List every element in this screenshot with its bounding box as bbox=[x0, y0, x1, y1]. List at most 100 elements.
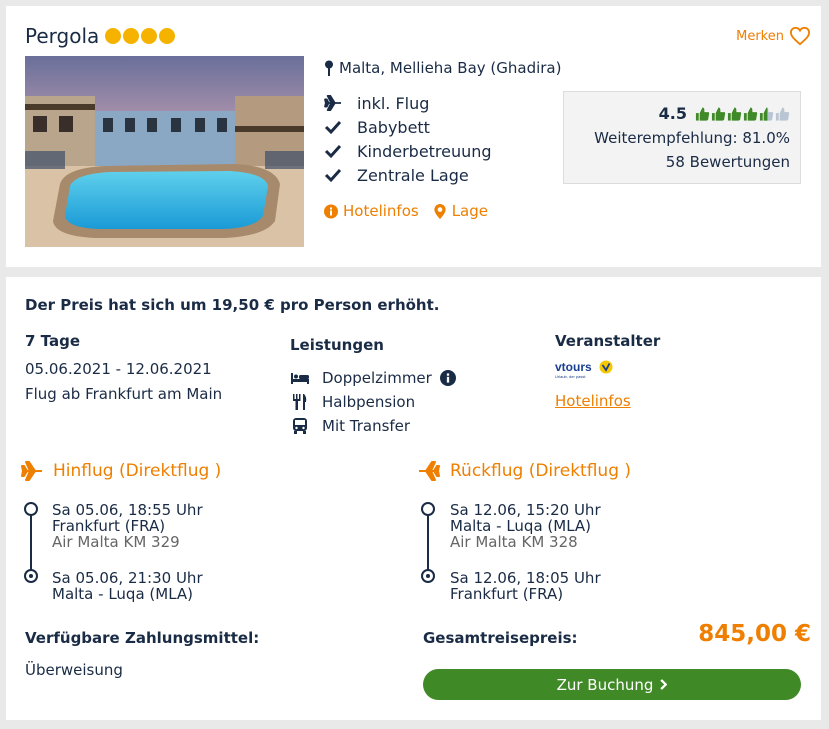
merken-label: Merken bbox=[736, 28, 784, 44]
price-change-note: Der Preis hat sich um 19,50 € pro Person… bbox=[25, 296, 440, 314]
feature-item: Zentrale Lage bbox=[324, 163, 492, 187]
lage-label[interactable]: Lage bbox=[452, 202, 488, 220]
veranstalter-heading: Veranstalter bbox=[555, 332, 661, 350]
timeline-start-dot bbox=[421, 502, 435, 516]
leistungen-heading: Leistungen bbox=[290, 336, 384, 354]
feature-item: Babybett bbox=[324, 115, 492, 139]
plane-icon bbox=[324, 95, 341, 111]
leistung-label: Doppelzimmer bbox=[322, 369, 432, 387]
info-icon[interactable] bbox=[438, 370, 458, 386]
vtours-logo: vtours Urlaub, der passt bbox=[555, 360, 617, 384]
feature-item: Kinderbetreuung bbox=[324, 139, 492, 163]
rating-score: 4.5 bbox=[658, 104, 687, 123]
hotel-name[interactable]: Pergola bbox=[25, 24, 99, 48]
thumbs-up-icon bbox=[727, 107, 742, 121]
timeline-end-dot bbox=[421, 569, 435, 583]
booking-button[interactable]: Zur Buchung bbox=[423, 669, 801, 700]
check-icon bbox=[324, 168, 342, 183]
dep-airport: Frankfurt (FRA) bbox=[52, 517, 166, 535]
outbound-flight-heading: Hinflug (Direktflug ) bbox=[21, 461, 221, 481]
thumbs-up-empty-icon bbox=[775, 107, 790, 121]
payment-method: Überweisung bbox=[25, 661, 123, 679]
return-flight-heading: Rückflug (Direktflug ) bbox=[418, 461, 631, 481]
arr-time: Sa 12.06, 18:05 Uhr bbox=[450, 569, 601, 587]
check-icon bbox=[324, 144, 342, 159]
return-timeline bbox=[421, 502, 435, 583]
hotel-features: inkl. Flug Babybett Kinderbetreuung Zent… bbox=[324, 91, 492, 187]
thumbs-up-icon bbox=[695, 107, 710, 121]
rating-box: 4.5 Weiterempfehlung: 81.0% 58 Bewertung… bbox=[563, 91, 801, 184]
map-marker-icon bbox=[434, 203, 446, 219]
outbound-arrival: Sa 05.06, 21:30 Uhr Malta - Luqa (MLA) bbox=[52, 570, 203, 602]
dep-airport: Malta - Luqa (MLA) bbox=[450, 517, 592, 535]
star-icon bbox=[159, 28, 176, 44]
svg-text:vtours: vtours bbox=[555, 360, 592, 374]
star-icon bbox=[141, 28, 158, 44]
hotelinfos-link[interactable]: Hotelinfos bbox=[324, 202, 419, 220]
leistungen-list: Doppelzimmer Halbpension Mit Transfer bbox=[290, 366, 458, 438]
merken-button[interactable]: Merken bbox=[736, 26, 811, 46]
chevron-right-icon bbox=[660, 679, 668, 690]
trip-duration: 7 Tage bbox=[25, 332, 80, 350]
hotel-card: Pergola Merken Malta, Mellieha Bay (Ghad… bbox=[6, 6, 821, 267]
departure-airport: Flug ab Frankfurt am Main bbox=[25, 385, 223, 403]
location-text: Malta, Mellieha Bay (Ghadira) bbox=[339, 59, 562, 77]
star-rating bbox=[105, 28, 176, 44]
veranstalter-hotelinfos-link[interactable]: Hotelinfos bbox=[555, 392, 631, 410]
outbound-title: Hinflug (Direktflug ) bbox=[53, 461, 222, 481]
hotel-location: Malta, Mellieha Bay (Ghadira) bbox=[324, 59, 561, 77]
trip-dates: 05.06.2021 - 12.06.2021 bbox=[25, 360, 212, 378]
thumbs-up-half-icon bbox=[759, 107, 774, 121]
leistung-label: Halbpension bbox=[322, 393, 416, 411]
hotel-photo[interactable] bbox=[25, 56, 304, 247]
thumbs-rating bbox=[695, 106, 790, 122]
reviews-count[interactable]: 58 Bewertungen bbox=[564, 150, 790, 174]
total-price: 845,00 € bbox=[698, 621, 811, 647]
timeline-end-dot bbox=[24, 569, 38, 583]
outbound-timeline bbox=[24, 502, 38, 583]
svg-text:Urlaub, der passt: Urlaub, der passt bbox=[555, 374, 586, 379]
dep-time: Sa 05.06, 18:55 Uhr bbox=[52, 501, 203, 519]
payment-heading: Verfügbare Zahlungsmittel: bbox=[25, 629, 260, 647]
lage-link[interactable]: Lage bbox=[433, 202, 488, 220]
hotel-title[interactable]: Pergola bbox=[25, 24, 176, 48]
feature-label: Babybett bbox=[357, 117, 430, 137]
return-title: Rückflug (Direktflug ) bbox=[450, 461, 632, 481]
map-pin-icon bbox=[325, 60, 333, 76]
carrier: Air Malta KM 328 bbox=[450, 533, 578, 551]
plane-icon bbox=[21, 461, 42, 481]
timeline-start-dot bbox=[24, 502, 38, 516]
feature-flight: inkl. Flug bbox=[324, 91, 492, 115]
arr-airport: Frankfurt (FRA) bbox=[450, 585, 564, 603]
offer-card: Der Preis hat sich um 19,50 € pro Person… bbox=[6, 277, 821, 720]
recommendation-text: Weiterempfehlung: 81.0% bbox=[594, 129, 790, 147]
leistung-transfer: Mit Transfer bbox=[290, 414, 458, 438]
booking-button-label: Zur Buchung bbox=[556, 675, 654, 694]
thumbs-up-icon bbox=[711, 107, 726, 121]
feature-label: Kinderbetreuung bbox=[357, 141, 492, 161]
hotelinfos-label[interactable]: Hotelinfos bbox=[343, 202, 419, 220]
thumbs-up-icon bbox=[743, 107, 758, 121]
hotel-links: Hotelinfos Lage bbox=[324, 202, 488, 220]
carrier: Air Malta KM 329 bbox=[52, 533, 180, 551]
bus-icon bbox=[293, 418, 307, 434]
leistung-room: Doppelzimmer bbox=[290, 366, 458, 390]
bed-icon bbox=[291, 373, 309, 384]
plane-icon bbox=[419, 461, 440, 481]
heart-icon bbox=[789, 26, 811, 46]
return-arrival: Sa 12.06, 18:05 Uhr Frankfurt (FRA) bbox=[450, 570, 601, 602]
star-icon bbox=[105, 28, 122, 44]
cutlery-icon bbox=[293, 394, 307, 410]
leistung-board: Halbpension bbox=[290, 390, 458, 414]
info-icon bbox=[324, 204, 338, 218]
feature-label: Zentrale Lage bbox=[357, 165, 469, 185]
outbound-departure: Sa 05.06, 18:55 Uhr Frankfurt (FRA) Air … bbox=[52, 502, 203, 550]
leistung-label: Mit Transfer bbox=[322, 417, 411, 435]
return-departure: Sa 12.06, 15:20 Uhr Malta - Luqa (MLA) A… bbox=[450, 502, 601, 550]
arr-time: Sa 05.06, 21:30 Uhr bbox=[52, 569, 203, 587]
total-heading: Gesamtreisepreis: bbox=[423, 629, 578, 647]
star-icon bbox=[123, 28, 140, 44]
feature-label: inkl. Flug bbox=[357, 93, 430, 113]
check-icon bbox=[324, 120, 342, 135]
arr-airport: Malta - Luqa (MLA) bbox=[52, 585, 194, 603]
